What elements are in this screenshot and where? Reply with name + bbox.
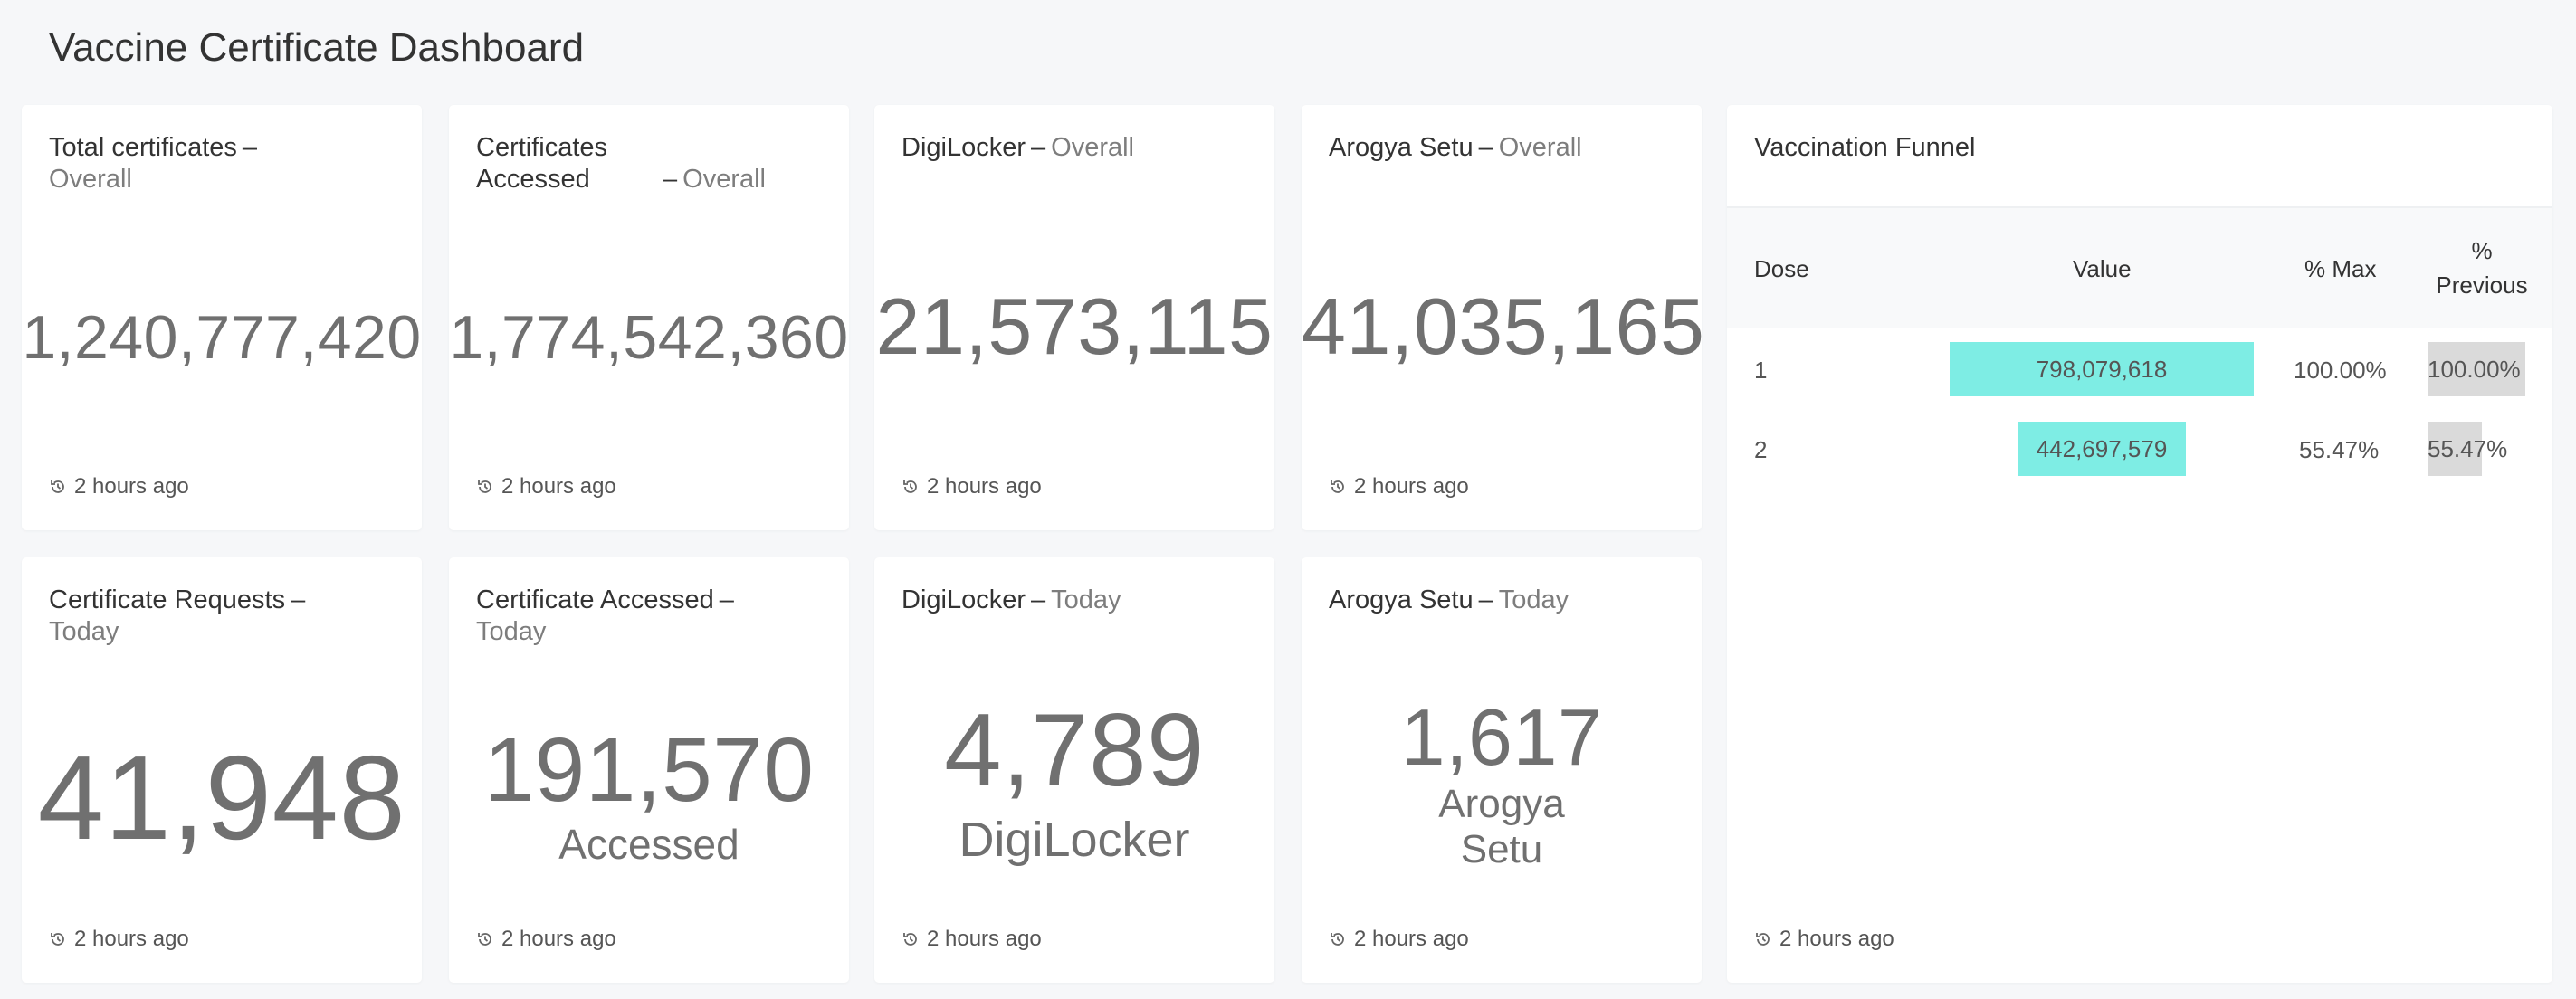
metric-caption-line2: Setu bbox=[1460, 827, 1543, 871]
funnel-row-1-value-bar: 798,079,618 bbox=[1950, 342, 2254, 396]
column-header-pct-previous-line1[interactable]: % bbox=[2428, 237, 2536, 265]
metric-value: 4,789 bbox=[944, 693, 1205, 808]
funnel-row-2-pct-previous-bar: 55.47% bbox=[2428, 422, 2507, 476]
card-title: Certificate Requests – Today bbox=[49, 585, 306, 646]
card-title-text: Certificate Requests bbox=[49, 585, 286, 614]
card-title-sub: Today bbox=[1498, 585, 1569, 614]
card-digilocker-overall[interactable]: DigiLocker – Overall 21,573,115 2 hours ag… bbox=[874, 105, 1274, 530]
column-header-pct-previous-line2: Previous bbox=[2436, 271, 2528, 299]
funnel-row-2-pct-max: 55.47% bbox=[2299, 436, 2380, 463]
metric-caption: DigiLocker bbox=[959, 813, 1190, 867]
last-updated: 2 hours ago bbox=[476, 474, 616, 500]
last-updated-text: 2 hours ago bbox=[501, 927, 616, 951]
card-title-text: Certificates Accessed bbox=[476, 133, 608, 194]
card-title: Total certificates – Overall bbox=[49, 133, 258, 194]
history-clock-icon bbox=[903, 480, 917, 493]
funnel-row-2-value: 442,697,579 bbox=[2036, 434, 2168, 462]
metric-value: 21,573,115 bbox=[875, 281, 1274, 371]
history-clock-icon bbox=[51, 480, 64, 493]
history-clock-icon bbox=[1331, 480, 1344, 493]
metric-caption: Accessed bbox=[558, 821, 739, 868]
funnel-row-1-pct-max: 100.00% bbox=[2294, 357, 2387, 384]
card-title: Arogya Setu – Today bbox=[1329, 585, 1569, 614]
last-updated: 2 hours ago bbox=[476, 927, 616, 952]
last-updated: 2 hours ago bbox=[49, 927, 189, 952]
card-title-sub: Overall bbox=[1498, 133, 1582, 162]
card-total-certificates-overall[interactable]: Total certificates – Overall 1,240,777,42… bbox=[22, 105, 422, 530]
metric-value: 1,774,542,360 bbox=[449, 303, 849, 372]
card-title: Vaccination Funnel bbox=[1754, 133, 1976, 162]
card-certificates-accessed-overall[interactable]: Certificates Accessed – Overall 1,774,542,… bbox=[449, 105, 849, 530]
history-clock-icon bbox=[478, 480, 491, 493]
card-title: DigiLocker – Overall bbox=[902, 133, 1134, 162]
card-vaccination-funnel[interactable]: Vaccination Funnel Dose Value % Max % Pr… bbox=[1727, 105, 2552, 983]
last-updated-text: 2 hours ago bbox=[501, 474, 616, 499]
card-title: Certificate Accessed – Today bbox=[476, 585, 734, 646]
card-title-sub: Today bbox=[1051, 585, 1121, 614]
card-title: Arogya Setu – Overall bbox=[1329, 133, 1582, 162]
last-updated: 2 hours ago bbox=[1754, 927, 1894, 952]
card-title-sub: Overall bbox=[49, 165, 132, 194]
column-header-dose[interactable]: Dose bbox=[1754, 255, 1809, 283]
page-title: Vaccine Certificate Dashboard bbox=[49, 25, 585, 70]
last-updated-text: 2 hours ago bbox=[1354, 927, 1469, 951]
card-title-text: DigiLocker bbox=[902, 585, 1026, 614]
history-clock-icon bbox=[1331, 933, 1344, 946]
metric-value: 1,240,777,420 bbox=[22, 303, 422, 372]
history-clock-icon bbox=[478, 933, 491, 946]
card-arogya-setu-today[interactable]: Arogya Setu – Today 1,617 Arogya Setu 2 ho… bbox=[1302, 557, 1702, 983]
metric-value: 41,035,165 bbox=[1302, 281, 1705, 371]
last-updated-text: 2 hours ago bbox=[1779, 927, 1894, 951]
metric-caption-line1: Arogya bbox=[1438, 782, 1565, 826]
column-header-pct-max[interactable]: % Max bbox=[2304, 255, 2376, 283]
card-digilocker-today[interactable]: DigiLocker – Today 4,789 DigiLocker 2 hour… bbox=[874, 557, 1274, 983]
last-updated: 2 hours ago bbox=[1329, 474, 1469, 500]
metric-value: 191,570 bbox=[483, 719, 815, 821]
last-updated: 2 hours ago bbox=[902, 927, 1042, 952]
card-arogya-setu-overall[interactable]: Arogya Setu – Overall 41,035,165 2 hours a… bbox=[1302, 105, 1705, 530]
metric-value: 1,617 bbox=[1400, 692, 1603, 782]
column-header-value[interactable]: Value bbox=[2073, 255, 2132, 283]
last-updated-text: 2 hours ago bbox=[1354, 474, 1469, 499]
last-updated: 2 hours ago bbox=[902, 474, 1042, 500]
card-title-text: Arogya Setu bbox=[1329, 585, 1474, 614]
card-title-sub: Overall bbox=[1051, 133, 1134, 162]
funnel-row-1-pct-previous: 100.00% bbox=[2428, 355, 2521, 383]
last-updated-text: 2 hours ago bbox=[927, 474, 1042, 499]
funnel-row-2-value-bar: 442,697,579 bbox=[2017, 422, 2187, 476]
funnel-row-2-dose: 2 bbox=[1754, 436, 1768, 463]
card-title-text: Arogya Setu bbox=[1329, 133, 1474, 162]
last-updated: 2 hours ago bbox=[49, 474, 189, 500]
funnel-table-header: Dose Value % Max % Previous bbox=[1727, 208, 2552, 328]
funnel-row-1-pct-previous-bar: 100.00% bbox=[2428, 342, 2525, 396]
card-title-text: Total certificates bbox=[49, 133, 237, 162]
card-title-text: DigiLocker bbox=[902, 133, 1026, 162]
card-title: DigiLocker – Today bbox=[902, 585, 1121, 614]
metric-value: 41,948 bbox=[37, 731, 406, 864]
card-title: Certificates Accessed – Overall bbox=[476, 133, 766, 194]
funnel-row-2-pct-previous: 55.47% bbox=[2428, 434, 2508, 462]
last-updated-text: 2 hours ago bbox=[74, 927, 189, 951]
history-clock-icon bbox=[51, 933, 64, 946]
card-title-text: Certificate Accessed bbox=[476, 585, 714, 614]
history-clock-icon bbox=[1756, 933, 1770, 946]
last-updated-text: 2 hours ago bbox=[74, 474, 189, 499]
last-updated-text: 2 hours ago bbox=[927, 927, 1042, 951]
funnel-row-1-dose: 1 bbox=[1754, 357, 1768, 384]
card-certificate-requests-today[interactable]: Certificate Requests – Today 41,948 2 hou… bbox=[22, 557, 422, 983]
card-certificate-accessed-today[interactable]: Certificate Accessed – Today 191,570 Acce… bbox=[449, 557, 849, 983]
card-title-sub: Overall bbox=[682, 165, 766, 194]
card-title-sub: Today bbox=[476, 617, 547, 646]
funnel-row-1-value: 798,079,618 bbox=[2036, 355, 2168, 383]
history-clock-icon bbox=[903, 933, 917, 946]
card-title-sub: Today bbox=[49, 617, 119, 646]
last-updated: 2 hours ago bbox=[1329, 927, 1469, 952]
